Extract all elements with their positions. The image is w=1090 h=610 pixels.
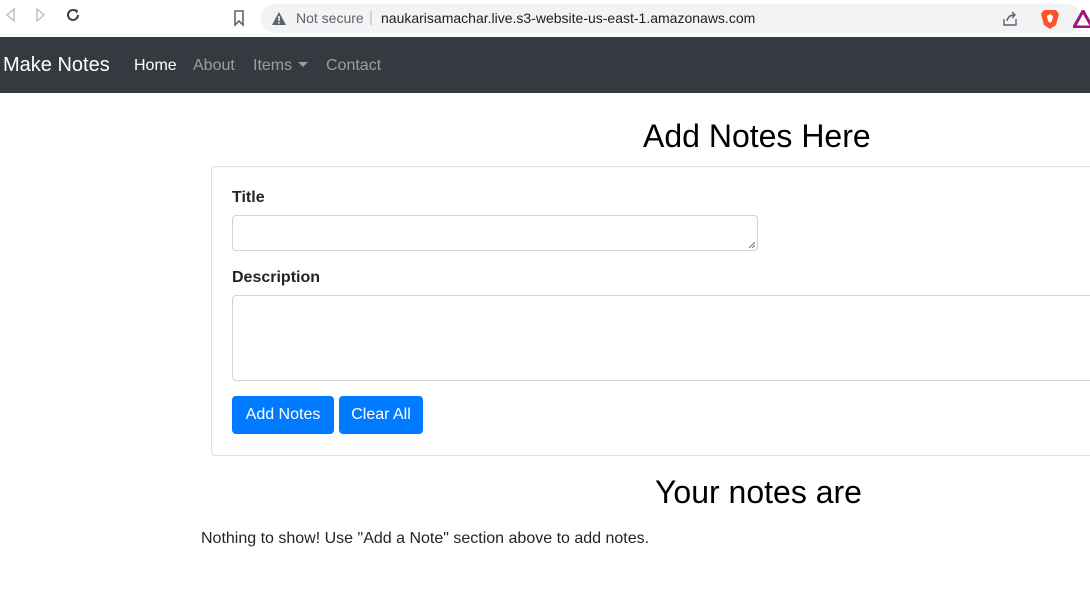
navbar: Make Notes Home About Items Contact — [0, 37, 1090, 93]
caret-down-icon — [298, 62, 309, 67]
brave-shields-icon[interactable] — [1040, 8, 1060, 30]
description-textarea[interactable] — [232, 295, 1090, 381]
navbar-brand[interactable]: Make Notes — [3, 54, 110, 77]
url-text[interactable]: naukarisamachar.live.s3-website-us-east-… — [381, 10, 755, 26]
add-notes-button[interactable]: Add Notes — [232, 396, 334, 434]
browser-toolbar: Not secure | naukarisamachar.live.s3-web… — [0, 0, 1090, 37]
empty-notes-message: Nothing to show! Use "Add a Note" sectio… — [201, 530, 650, 547]
notes-heading: Your notes are — [655, 474, 862, 510]
back-icon[interactable] — [0, 7, 22, 29]
nav-about[interactable]: About — [193, 57, 235, 75]
address-separator: | — [369, 9, 373, 26]
reload-icon[interactable] — [62, 7, 84, 29]
warning-icon[interactable] — [271, 11, 287, 26]
add-note-card: Title Description Add Notes Clear All — [211, 166, 1090, 456]
nav-contact[interactable]: Contact — [326, 57, 381, 75]
security-label[interactable]: Not secure — [296, 10, 364, 26]
brave-rewards-icon[interactable] — [1071, 7, 1090, 29]
nav-home[interactable]: Home — [134, 57, 177, 75]
address-bar[interactable]: Not secure | naukarisamachar.live.s3-web… — [261, 4, 1090, 33]
forward-icon[interactable] — [29, 7, 51, 29]
share-icon[interactable] — [1001, 10, 1019, 28]
nav-items-label: Items — [253, 57, 293, 74]
resize-handle-icon[interactable] — [748, 241, 756, 249]
clear-all-button[interactable]: Clear All — [339, 396, 423, 434]
nav-items-dropdown[interactable]: Items — [253, 57, 309, 75]
description-label: Description — [232, 269, 321, 286]
title-label: Title — [232, 189, 265, 206]
bookmark-icon[interactable] — [229, 8, 249, 28]
title-input[interactable] — [232, 215, 758, 251]
page-title: Add Notes Here — [643, 118, 871, 154]
